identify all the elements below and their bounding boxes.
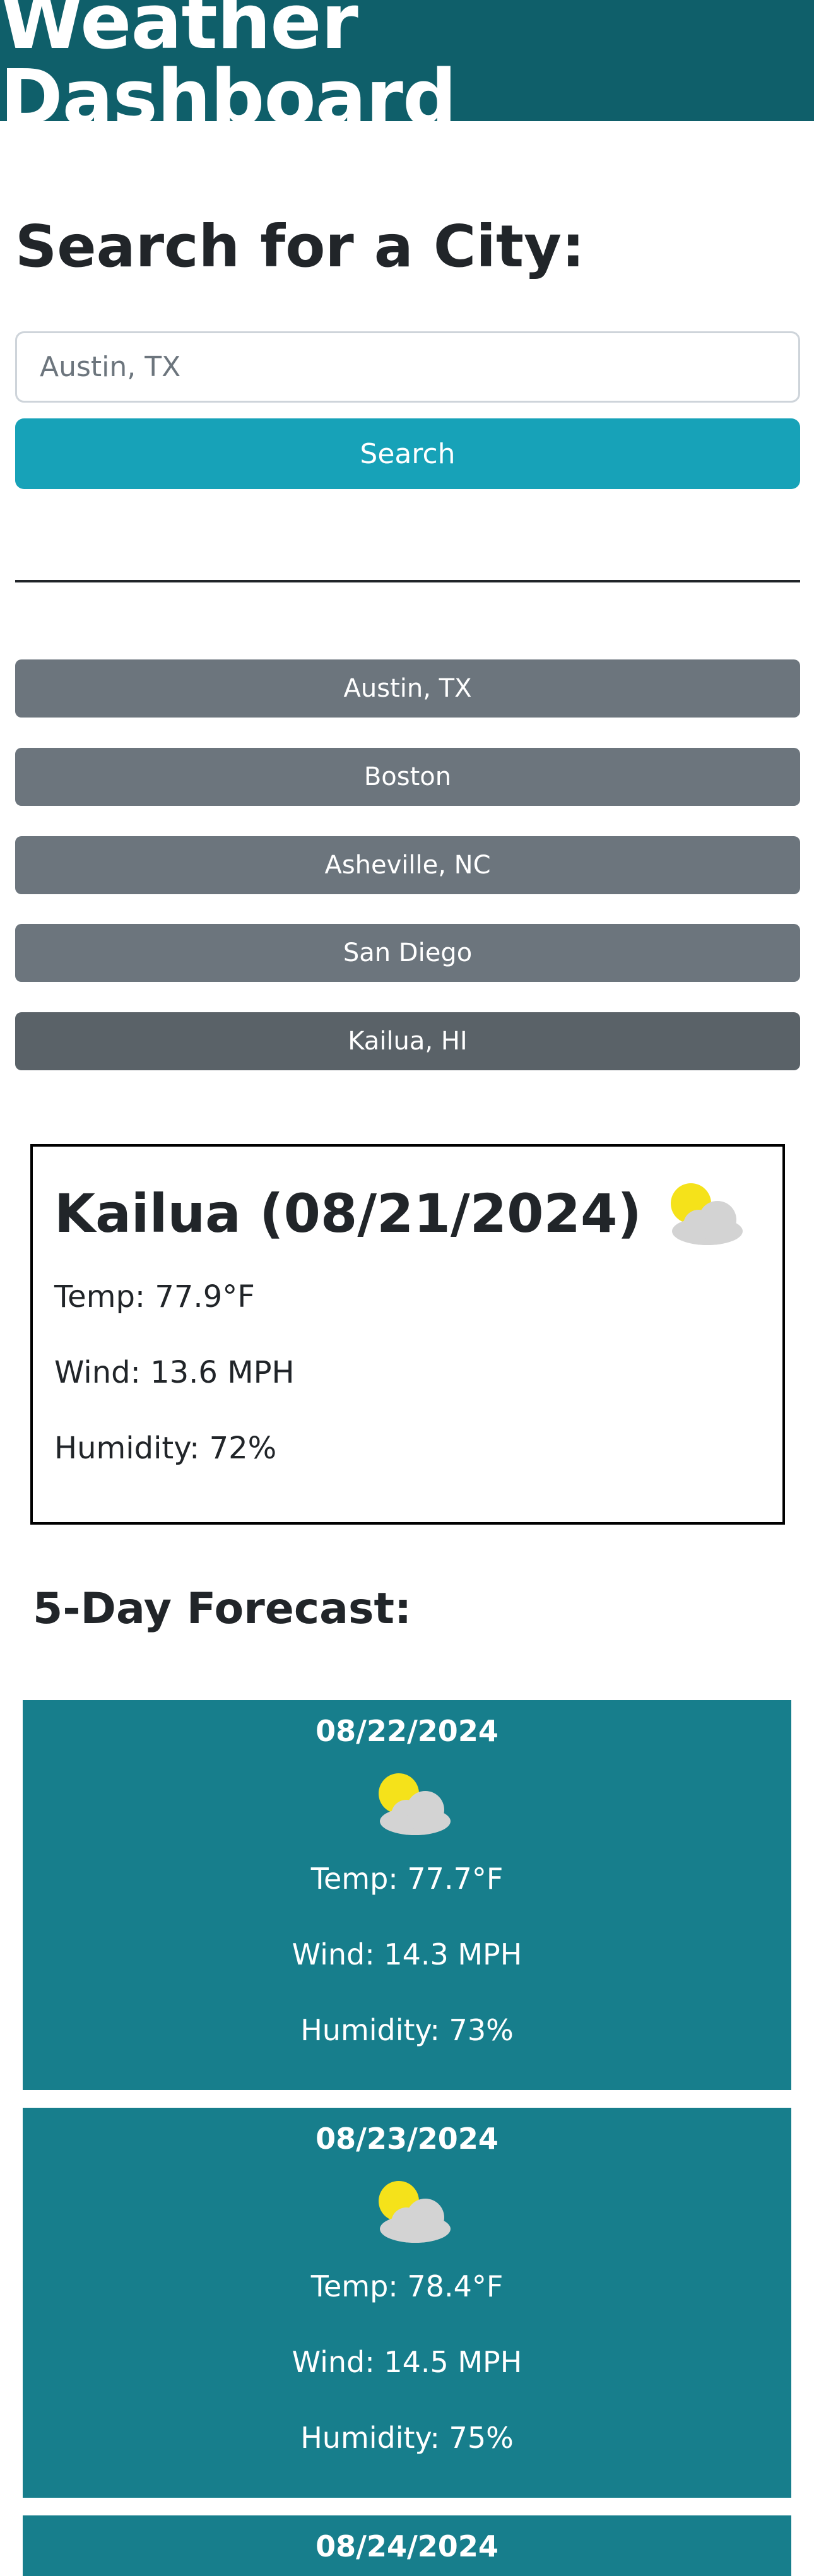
current-weather-header: Kailua (08/21/2024) xyxy=(54,1178,752,1249)
forecast-date: 08/23/2024 xyxy=(316,2122,498,2156)
history-button-kailua[interactable]: Kailua, HI xyxy=(15,1012,800,1070)
forecast-wind: Wind: 14.5 MPH xyxy=(292,2345,522,2379)
history-button-austin[interactable]: Austin, TX xyxy=(15,659,800,718)
current-weather-card: Kailua (08/21/2024) Temp: 77.9°F Wind: 1… xyxy=(30,1144,785,1525)
forecast-wind: Wind: 14.3 MPH xyxy=(292,1937,522,1971)
forecast-date: 08/22/2024 xyxy=(316,1714,498,1748)
history-button-boston[interactable]: Boston xyxy=(15,748,800,806)
forecast-card: 08/24/2024 xyxy=(23,2515,791,2576)
app-header: Weather Dashboard xyxy=(0,0,814,136)
divider xyxy=(15,580,800,582)
app-title: Weather Dashboard xyxy=(0,0,457,142)
history-button-san-diego[interactable]: San Diego xyxy=(15,924,800,982)
partly-cloudy-icon xyxy=(663,1178,752,1249)
search-button[interactable]: Search xyxy=(15,418,800,489)
current-city-date: Kailua (08/21/2024) xyxy=(54,1183,642,1244)
forecast-temp: Temp: 78.4°F xyxy=(310,2269,504,2303)
partly-cloudy-icon xyxy=(371,1768,459,1838)
city-search-input[interactable] xyxy=(15,331,800,403)
partly-cloudy-icon xyxy=(371,2176,459,2245)
search-title: Search for a City: xyxy=(15,213,585,280)
forecast-date: 08/24/2024 xyxy=(316,2529,498,2563)
forecast-humidity: Humidity: 73% xyxy=(300,2013,514,2047)
forecast-title: 5-Day Forecast: xyxy=(33,1584,412,1634)
forecast-card: 08/22/2024 Temp: 77.7°F Wind: 14.3 MPH H… xyxy=(23,1700,791,2090)
current-wind: Wind: 13.6 MPH xyxy=(54,1355,295,1390)
forecast-humidity: Humidity: 75% xyxy=(300,2421,514,2455)
history-button-asheville[interactable]: Asheville, NC xyxy=(15,836,800,894)
current-humidity: Humidity: 72% xyxy=(54,1431,277,1466)
forecast-temp: Temp: 77.7°F xyxy=(310,1862,504,1896)
forecast-card: 08/23/2024 Temp: 78.4°F Wind: 14.5 MPH H… xyxy=(23,2108,791,2498)
current-temp: Temp: 77.9°F xyxy=(54,1279,255,1315)
